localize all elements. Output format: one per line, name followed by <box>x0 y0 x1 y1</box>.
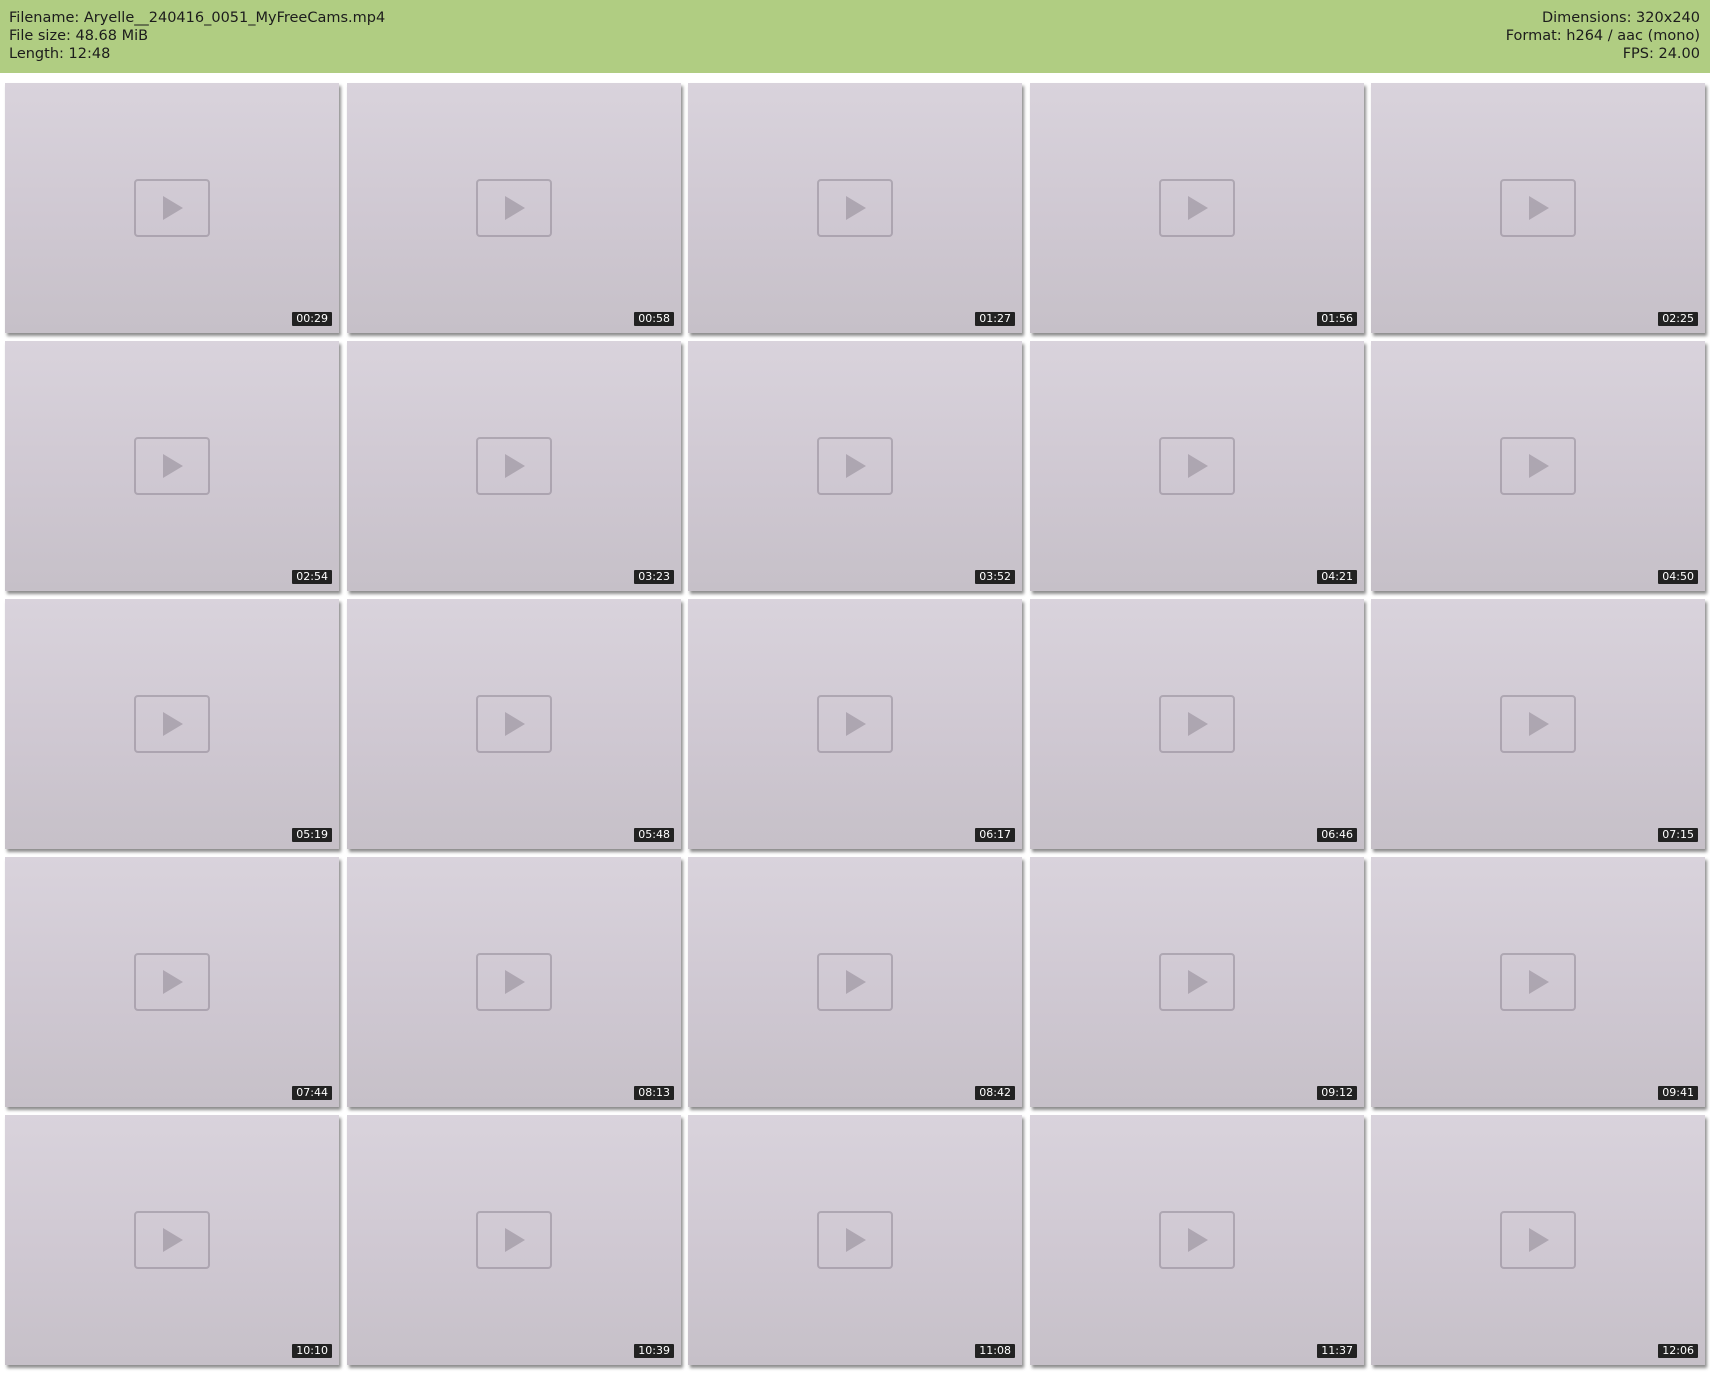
video-thumbnail: 04:50 <box>1371 341 1705 591</box>
fps-text: FPS: 24.00 <box>1622 46 1700 62</box>
video-thumbnail: 09:41 <box>1371 857 1705 1107</box>
format-text: Format: h264 / aac (mono) <box>1505 28 1700 44</box>
video-thumbnail: 12:06 <box>1371 1115 1705 1365</box>
video-thumbnail: 06:46 <box>1030 599 1364 849</box>
video-thumbnail: 00:29 <box>5 83 339 333</box>
video-frame-placeholder-icon <box>817 437 893 495</box>
timestamp-badge: 06:46 <box>1317 828 1357 842</box>
timestamp-badge: 03:23 <box>634 570 674 584</box>
video-thumbnail: 07:15 <box>1371 599 1705 849</box>
video-thumbnail: 10:10 <box>5 1115 339 1365</box>
video-thumbnail: 01:56 <box>1030 83 1364 333</box>
video-frame-placeholder-icon <box>476 695 552 753</box>
timestamp-badge: 01:27 <box>975 312 1015 326</box>
video-frame-placeholder-icon <box>134 953 210 1011</box>
video-thumbnail: 09:12 <box>1030 857 1364 1107</box>
video-thumbnail: 04:21 <box>1030 341 1364 591</box>
video-frame-placeholder-icon <box>817 1211 893 1269</box>
video-frame-placeholder-icon <box>1500 179 1576 237</box>
video-frame-placeholder-icon <box>1500 695 1576 753</box>
video-frame-placeholder-icon <box>1500 953 1576 1011</box>
video-thumbnail: 06:17 <box>688 599 1022 849</box>
video-thumbnail: 02:25 <box>1371 83 1705 333</box>
video-frame-placeholder-icon <box>817 695 893 753</box>
timestamp-badge: 00:29 <box>292 312 332 326</box>
metadata-header: Filename: Aryelle__240416_0051_MyFreeCam… <box>0 0 1710 73</box>
filename-text: Filename: Aryelle__240416_0051_MyFreeCam… <box>9 10 386 26</box>
timestamp-badge: 05:19 <box>292 828 332 842</box>
video-frame-placeholder-icon <box>134 437 210 495</box>
timestamp-badge: 09:41 <box>1658 1086 1698 1100</box>
video-frame-placeholder-icon <box>1159 1211 1235 1269</box>
video-frame-placeholder-icon <box>476 437 552 495</box>
timestamp-badge: 04:50 <box>1658 570 1698 584</box>
video-frame-placeholder-icon <box>134 695 210 753</box>
video-thumbnail: 00:58 <box>347 83 681 333</box>
video-thumbnail: 03:23 <box>347 341 681 591</box>
timestamp-badge: 04:21 <box>1317 570 1357 584</box>
timestamp-badge: 08:42 <box>975 1086 1015 1100</box>
video-thumbnail: 05:19 <box>5 599 339 849</box>
video-thumbnail: 08:42 <box>688 857 1022 1107</box>
video-frame-placeholder-icon <box>1159 179 1235 237</box>
video-thumbnail: 10:39 <box>347 1115 681 1365</box>
timestamp-badge: 07:15 <box>1658 828 1698 842</box>
video-frame-placeholder-icon <box>1500 437 1576 495</box>
length-text: Length: 12:48 <box>9 46 111 62</box>
thumbnail-grid: 00:29 00:58 01:27 01:56 02:25 02:54 03:23 03:52… <box>5 83 1705 1367</box>
video-thumbnail: 03:52 <box>688 341 1022 591</box>
video-frame-placeholder-icon <box>476 179 552 237</box>
timestamp-badge: 12:06 <box>1658 1344 1698 1358</box>
video-frame-placeholder-icon <box>476 1211 552 1269</box>
video-thumbnail: 11:08 <box>688 1115 1022 1365</box>
video-thumbnail: 07:44 <box>5 857 339 1107</box>
metadata-right-column: Dimensions: 320x240 Format: h264 / aac (… <box>1506 9 1700 63</box>
timestamp-badge: 02:25 <box>1658 312 1698 326</box>
video-frame-placeholder-icon <box>1159 437 1235 495</box>
timestamp-badge: 10:10 <box>292 1344 332 1358</box>
video-frame-placeholder-icon <box>817 953 893 1011</box>
filesize-text: File size: 48.68 MiB <box>9 28 149 44</box>
video-thumbnail: 05:48 <box>347 599 681 849</box>
timestamp-badge: 10:39 <box>634 1344 674 1358</box>
video-frame-placeholder-icon <box>817 179 893 237</box>
timestamp-badge: 11:08 <box>975 1344 1015 1358</box>
timestamp-badge: 02:54 <box>292 570 332 584</box>
timestamp-badge: 07:44 <box>292 1086 332 1100</box>
video-frame-placeholder-icon <box>134 1211 210 1269</box>
video-frame-placeholder-icon <box>134 179 210 237</box>
metadata-left-column: Filename: Aryelle__240416_0051_MyFreeCam… <box>9 9 385 63</box>
timestamp-badge: 06:17 <box>975 828 1015 842</box>
video-frame-placeholder-icon <box>1159 695 1235 753</box>
timestamp-badge: 09:12 <box>1317 1086 1357 1100</box>
timestamp-badge: 01:56 <box>1317 312 1357 326</box>
video-thumbnail: 08:13 <box>347 857 681 1107</box>
timestamp-badge: 00:58 <box>634 312 674 326</box>
timestamp-badge: 08:13 <box>634 1086 674 1100</box>
dimensions-text: Dimensions: 320x240 <box>1541 10 1700 26</box>
video-thumbnail: 01:27 <box>688 83 1022 333</box>
video-thumbnail: 11:37 <box>1030 1115 1364 1365</box>
timestamp-badge: 05:48 <box>634 828 674 842</box>
video-frame-placeholder-icon <box>1500 1211 1576 1269</box>
timestamp-badge: 03:52 <box>975 570 1015 584</box>
timestamp-badge: 11:37 <box>1317 1344 1357 1358</box>
video-frame-placeholder-icon <box>1159 953 1235 1011</box>
video-frame-placeholder-icon <box>476 953 552 1011</box>
video-thumbnail: 02:54 <box>5 341 339 591</box>
